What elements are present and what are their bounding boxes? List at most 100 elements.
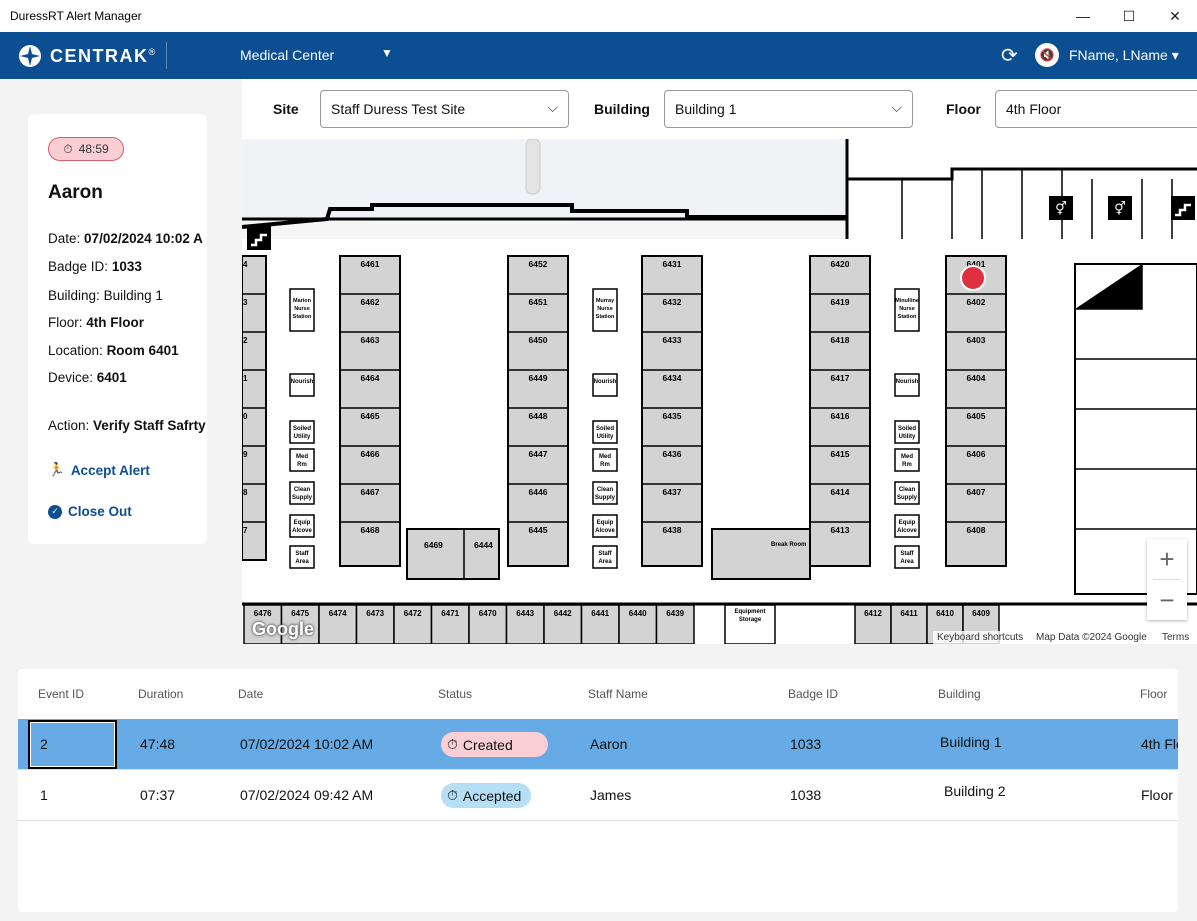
utility-label: Med (599, 454, 611, 460)
brand-mark: ® (148, 47, 156, 57)
room-label: Storage (739, 617, 762, 623)
utility-label: Area (900, 559, 914, 565)
table-header: Event ID Duration Date Status Staff Name… (18, 669, 1178, 719)
user-menu[interactable]: FName, LName ▾ (1069, 47, 1179, 64)
station-label: Murray (596, 298, 615, 304)
table-row[interactable]: 2 47:48 07/02/2024 10:02 AM ⏱ Created Aa… (18, 719, 1178, 770)
room-label: 6433 (663, 335, 682, 345)
utility-label: Alcove (595, 528, 615, 534)
brand-name: CENTRAK (50, 45, 149, 66)
stopwatch-icon: ⏱ (447, 736, 458, 752)
col-status[interactable]: Status (438, 687, 472, 701)
event-badge: 1038 (790, 787, 822, 803)
room-label: 3 (243, 298, 248, 307)
floor-map[interactable]: 6461 6462 6463 6464 6465 6466 6467 6468 6452 6451… (242, 139, 1197, 644)
room-label: 6418 (831, 335, 850, 345)
facility-selector[interactable]: Medical Center (240, 47, 334, 63)
room-label: 6446 (529, 487, 548, 497)
user-name: FName, LName (1069, 47, 1168, 63)
room-label: 6406 (967, 449, 986, 459)
room-label: 6438 (663, 525, 682, 535)
utility-label: Clean (294, 487, 311, 493)
zoom-in-button[interactable]: + (1147, 539, 1187, 579)
event-badge: 1033 (790, 736, 822, 752)
alert-date: 07/02/2024 10:02 A (84, 231, 203, 246)
event-building: Building 2 (944, 783, 1006, 799)
building-label: Building (594, 101, 650, 117)
google-logo: Google (252, 619, 314, 639)
alert-device: 6401 (96, 370, 127, 385)
col-staff-name[interactable]: Staff Name (588, 687, 648, 701)
station-label: Marion (293, 298, 312, 304)
chevron-down-icon: ⌵ (547, 99, 558, 115)
room-label: 6413 (831, 525, 850, 535)
room-label: 6448 (529, 411, 548, 421)
header-divider (166, 42, 167, 69)
utility-label: Nourish (896, 379, 919, 385)
stairs-icon (1171, 196, 1195, 220)
floor-select[interactable]: 4th Floor (995, 90, 1197, 128)
minimize-button[interactable]: — (1060, 0, 1106, 32)
keyboard-shortcuts-link[interactable]: Keyboard shortcuts (933, 631, 1028, 644)
room-label: 6463 (361, 335, 380, 345)
utility-label: Supply (595, 495, 616, 501)
room-label: 6474 (329, 609, 347, 618)
room-label: 6405 (967, 411, 986, 421)
col-date[interactable]: Date (238, 687, 263, 701)
maximize-button[interactable]: ☐ (1106, 0, 1152, 32)
zoom-out-button[interactable]: − (1147, 580, 1187, 620)
alert-timer-badge: ⏱ 48:59 (48, 137, 124, 161)
room-label: 6447 (529, 449, 548, 459)
room-label: 6462 (361, 297, 380, 307)
utility-label: Utility (294, 434, 311, 440)
station-label: Station (596, 314, 615, 320)
room-label: 6416 (831, 411, 850, 421)
room-label: 6403 (967, 335, 986, 345)
stopwatch-icon: ⏱ (447, 787, 458, 803)
room-label: 6464 (361, 373, 380, 383)
room-label: 6461 (361, 259, 380, 269)
station-label: Minulline (895, 298, 919, 304)
col-event-id[interactable]: Event ID (38, 687, 84, 701)
window-title: DuressRT Alert Manager (10, 9, 142, 23)
room-label: 1 (243, 374, 248, 383)
terms-link[interactable]: Terms (1158, 631, 1194, 644)
alert-location-row: Location: Room 6401 (48, 343, 179, 358)
floor-label: Floor (946, 101, 981, 117)
mute-icon[interactable]: 🔇 (1035, 43, 1059, 67)
chevron-down-icon: ⌵ (891, 99, 902, 115)
col-floor[interactable]: Floor (1140, 687, 1167, 701)
col-badge-id[interactable]: Badge ID (788, 687, 838, 701)
room-label: 6432 (663, 297, 682, 307)
utility-label: Med (296, 454, 308, 460)
col-building[interactable]: Building (938, 687, 981, 701)
window-titlebar: DuressRT Alert Manager — ☐ ✕ (0, 0, 1197, 32)
floor-plan-svg: 6461 6462 6463 6464 6465 6466 6467 6468 6452 6451… (242, 139, 1197, 644)
utility-label: Supply (897, 495, 918, 501)
event-id: 1 (40, 787, 48, 803)
alert-building-row: Building: Building 1 (48, 288, 163, 303)
accept-alert-button[interactable]: 🏃 Accept Alert (48, 462, 150, 478)
alert-badge: 1033 (111, 259, 142, 274)
event-staff: Aaron (590, 736, 628, 752)
room-label: 6431 (663, 259, 682, 269)
col-duration[interactable]: Duration (138, 687, 183, 701)
site-select[interactable]: Staff Duress Test Site ⌵ (320, 90, 569, 128)
utility-label: Area (598, 559, 612, 565)
chevron-down-icon[interactable]: ▼ (381, 46, 393, 60)
room-label: 4 (243, 260, 248, 269)
alert-badge-row: Badge ID: 1033 (48, 259, 142, 274)
room-label: 6467 (361, 487, 380, 497)
utility-label: Clean (899, 487, 916, 493)
alert-building: Building 1 (103, 288, 163, 303)
event-duration: 07:37 (140, 787, 176, 803)
refresh-icon[interactable]: ⟳ (1001, 43, 1018, 68)
room-label: 6415 (831, 449, 850, 459)
close-out-button[interactable]: ✓ Close Out (48, 504, 132, 519)
table-row[interactable]: 1 07:37 07/02/2024 09:42 AM ⏱ Accepted J… (18, 770, 1178, 821)
alert-location-marker (960, 265, 986, 291)
building-select[interactable]: Building 1 ⌵ (664, 90, 913, 128)
station-label: Nurse (597, 306, 613, 312)
alert-floor: 4th Floor (86, 315, 145, 330)
close-window-button[interactable]: ✕ (1152, 0, 1197, 32)
